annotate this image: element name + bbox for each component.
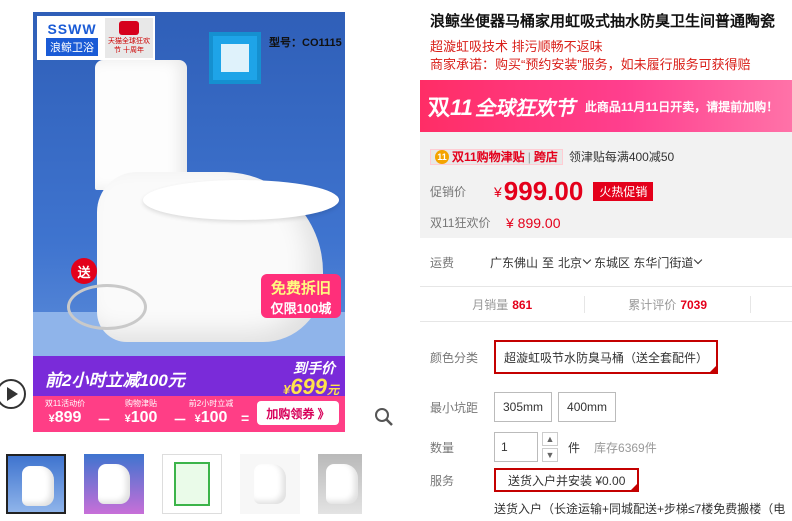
ship-to-word: 至 (542, 256, 555, 270)
shipping-label: 运费 (430, 256, 455, 270)
shopping-allowance[interactable]: 11 双11购物津贴 | 跨店 领津贴每满400减50 (430, 148, 674, 165)
toilet-lid (143, 180, 339, 220)
total-reviews[interactable]: 累计评价 7039 (585, 295, 751, 313)
quantity-row: 数量 1 ▲ ▼ 件 库存6369件 (430, 432, 657, 462)
double11-price-row: 双11狂欢价 ¥ 899.00 (430, 214, 561, 231)
allowance-tag: 11 双11购物津贴 | 跨店 (430, 148, 563, 165)
model-number: 型号：CO1115 (269, 37, 342, 49)
shipping-row: 运费 广东佛山 至 北京 东城区 东华门街道 (430, 254, 705, 271)
breakdown-value: ¥100 (124, 409, 158, 426)
quantity-input[interactable]: 1 (494, 432, 538, 462)
toilet-tank (95, 60, 187, 190)
hot-promo-tag: 火热促销 (593, 182, 654, 201)
chevron-down-icon (582, 255, 592, 265)
ssww-logo: SSWW 浪鲸卫浴 (41, 18, 103, 58)
banner-carnival: 全球狂欢节 (474, 97, 575, 120)
free-removal-badge: 免费拆旧 仅限100城 (261, 274, 341, 318)
quantity-label: 数量 (430, 440, 455, 455)
brand-en: SSWW (47, 20, 97, 37)
equals-sign: = (241, 410, 250, 426)
tmall-icon (119, 21, 139, 35)
service-row: 服务 送货入户并安装 ¥0.00 (430, 468, 645, 492)
tmall-festival-logo: 天猫全球狂欢节 十周年 (105, 18, 153, 58)
sales-stats: 月销量 861 累计评价 7039 (420, 286, 792, 322)
pit-distance-row: 最小坑距 305mm 400mm (430, 392, 622, 422)
promo-bar: 前2小时立减100元 到手价 ¥699元 (33, 356, 345, 399)
monthly-sales: 月销量 861 (420, 295, 586, 313)
pit-option-400[interactable]: 400mm (558, 392, 617, 422)
quantity-stepper: ▲ ▼ (542, 432, 558, 462)
zoom-icon[interactable] (374, 407, 394, 427)
allowance-icon: 11 (435, 149, 449, 164)
merchant-promise: 商家承诺：购买“预约安装”服务，如未履行服务可获得赔 (430, 57, 751, 72)
gift-tag: 送 (71, 258, 97, 284)
product-title: 浪鲸坐便器马桶家用虹吸式抽水防臭卫生间普通陶瓷 (430, 13, 776, 30)
breakdown-value: ¥100 (194, 409, 228, 426)
promo-text: 前2小时立减100元 (45, 371, 185, 390)
color-label: 颜色分类 (430, 350, 479, 365)
thumbnail-5[interactable] (318, 454, 362, 514)
color-option[interactable]: 超漩虹吸节水防臭马桶（送全套配件） (494, 340, 719, 374)
increase-icon[interactable]: ▲ (542, 432, 558, 446)
promo-price-yen: ¥ (494, 183, 502, 200)
promo-price: 999.00 (503, 176, 584, 206)
free-badge-line2: 仅限100城 (270, 301, 332, 316)
price-box: 11 双11购物津贴 | 跨店 领津贴每满400减50 促销价 ¥ 999.00… (420, 132, 792, 238)
pit-distance-label: 最小坑距 (430, 400, 479, 415)
banner-shuang: 双11 (428, 95, 473, 120)
ship-city-select[interactable]: 北京 (558, 254, 594, 271)
arrive-price-unit: 元 (326, 383, 339, 397)
double11-banner: 双11 全球狂欢节 此商品11月11日开卖，请提前加购！ (420, 80, 792, 132)
main-product-image[interactable]: SSWW 浪鲸卫浴 天猫全球狂欢节 十周年 型号：CO1115 送 免费拆旧 仅… (33, 12, 345, 432)
breakdown-cell: 购物津贴 ¥100 (113, 398, 169, 427)
product-detail-panel: 浪鲸坐便器马桶家用虹吸式抽水防臭卫生间普通陶瓷 超漩虹吸技术 排污顺畅不返味 商… (420, 0, 792, 521)
free-badge-line1: 免费拆旧 (270, 280, 331, 297)
promo-price-label: 促销价 (430, 185, 467, 199)
chevron-down-icon (694, 255, 703, 265)
allowance-tag-text: 双11购物津贴 (452, 149, 525, 164)
service-label: 服务 (430, 473, 455, 488)
brand-logo: SSWW 浪鲸卫浴 天猫全球狂欢节 十周年 (37, 16, 155, 60)
allowance-tag-cross: 跨店 (533, 149, 558, 164)
double11-price-label: 双11狂欢价 (430, 216, 491, 230)
breakdown-cell: 前2小时立减 ¥100 (183, 398, 239, 427)
allowance-desc: 领津贴每满400减50 (568, 150, 675, 164)
banner-notice: 此商品11月11日开卖，请提前加购！ (584, 99, 779, 114)
product-subtitle: 超漩虹吸技术 排污顺畅不返味 (430, 39, 603, 54)
ship-from: 广东佛山 (490, 256, 539, 270)
breakdown-title: 双11活动价 (44, 399, 86, 408)
quantity-unit: 件 (568, 440, 581, 455)
breakdown-cell: 双11活动价 ¥899 (39, 398, 91, 427)
double11-price: ¥ 899.00 (506, 214, 561, 231)
minus-sign: － (97, 412, 111, 428)
add-cart-coupon-button[interactable]: 加购领券 》 (257, 401, 339, 425)
tmall-note: 天猫全球狂欢节 十周年 (108, 38, 150, 54)
service-note: 送货入户（长途运输+同城配送+步梯≤7楼免费搬楼（电 (494, 502, 786, 516)
breakdown-title: 购物津贴 (125, 399, 157, 408)
breakdown-value: ¥899 (48, 409, 82, 426)
brand-cn: 浪鲸卫浴 (46, 37, 98, 56)
shelf-decoration (209, 32, 261, 84)
service-option[interactable]: 送货入户并安装 ¥0.00 (494, 468, 640, 492)
breakdown-title: 前2小时立减 (188, 399, 234, 408)
promo-price-row: 促销价 ¥ 999.00 火热促销 (430, 176, 654, 207)
decrease-icon[interactable]: ▼ (542, 448, 558, 462)
stock-count: 库存6369件 (594, 440, 657, 455)
thumbnail-4[interactable] (240, 454, 300, 514)
ship-district-select[interactable]: 东城区 东华门街道 (594, 254, 705, 271)
color-row: 颜色分类 超漩虹吸节水防臭马桶（送全套配件） (430, 340, 724, 374)
pit-option-305[interactable]: 305mm (494, 392, 553, 422)
gift-hose-image (67, 284, 147, 330)
thumbnail-1[interactable] (6, 454, 66, 514)
play-video-icon[interactable] (0, 379, 26, 409)
thumbnail-3[interactable] (162, 454, 222, 514)
thumbnail-2[interactable] (84, 454, 144, 514)
